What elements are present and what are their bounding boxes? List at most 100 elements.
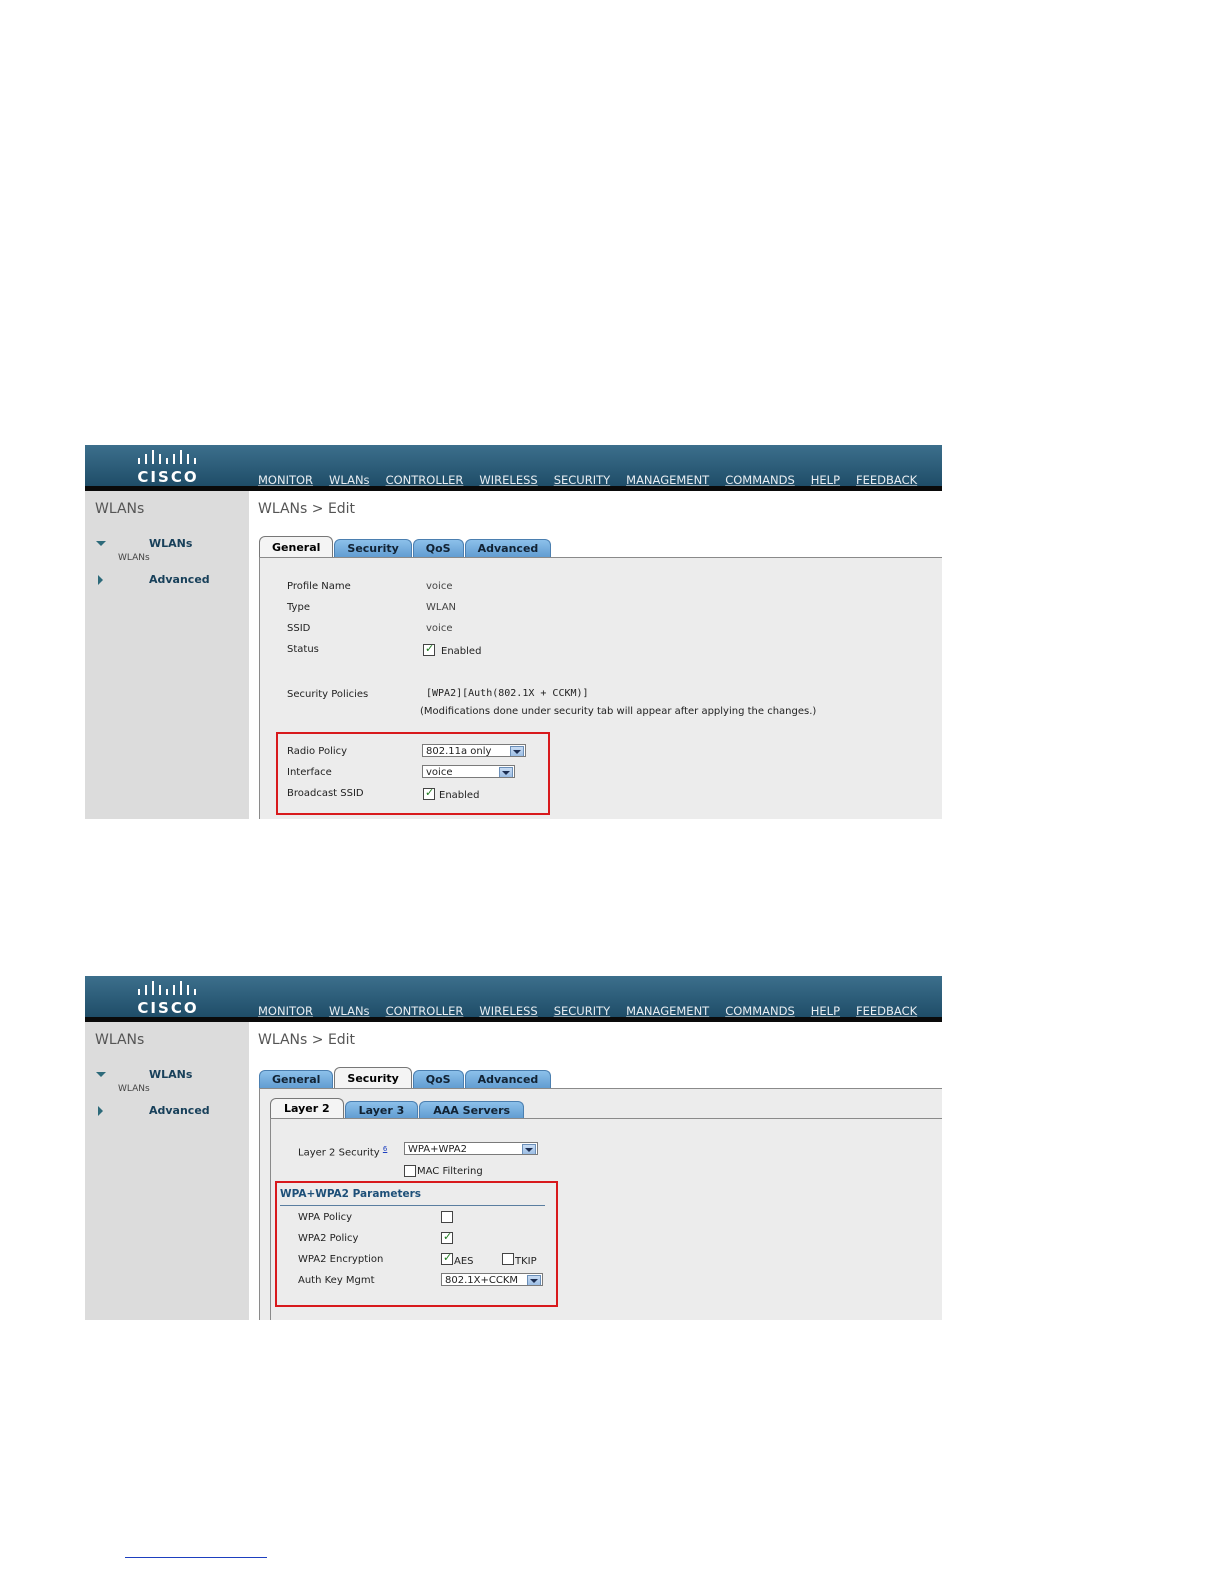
footnote-link[interactable]: 6 bbox=[383, 1145, 387, 1153]
sidebar: WLANs WLANs WLANs Advanced bbox=[85, 1022, 249, 1320]
wlan-edit-general-screenshot: CISCO MONITOR WLANs CONTROLLER WIRELESS SECU… bbox=[85, 445, 942, 819]
main-content: WLANs > Edit General Security QoS Advanced … bbox=[249, 1022, 942, 1320]
sidebar-item-advanced[interactable]: Advanced bbox=[149, 1104, 210, 1117]
nav-controller[interactable]: CONTROLLER bbox=[386, 473, 464, 487]
tkip-checkbox[interactable] bbox=[502, 1253, 514, 1265]
chevron-down-icon[interactable] bbox=[522, 1144, 536, 1154]
wpa2-policy-label: WPA2 Policy bbox=[298, 1233, 359, 1244]
nav-wlans[interactable]: WLANs bbox=[321, 1004, 377, 1027]
cisco-logo: CISCO bbox=[135, 447, 201, 486]
nav-wireless[interactable]: WIRELESS bbox=[479, 473, 537, 487]
sidebar: WLANs WLANs WLANs Advanced bbox=[85, 491, 249, 819]
top-nav-bar: CISCO MONITOR WLANs CONTROLLER WIRELESS SECU… bbox=[85, 445, 942, 496]
interface-selected: voice bbox=[426, 767, 453, 778]
subtab-layer2[interactable]: Layer 2 bbox=[270, 1098, 344, 1119]
nav-management[interactable]: MANAGEMENT bbox=[626, 1004, 709, 1018]
main-content: WLANs > Edit General Security QoS Advanced … bbox=[249, 491, 942, 819]
broadcast-ssid-enabled-label: Enabled bbox=[439, 790, 480, 801]
wlan-edit-security-screenshot: CISCO MONITOR WLANs CONTROLLER WIRELESS SECU… bbox=[85, 976, 942, 1320]
wpa-params-heading: WPA+WPA2 Parameters bbox=[280, 1188, 422, 1200]
interface-label: Interface bbox=[287, 767, 332, 778]
sidebar-subitem-wlans[interactable]: WLANs bbox=[118, 553, 150, 563]
radio-policy-label: Radio Policy bbox=[287, 746, 348, 757]
status-label: Status bbox=[287, 644, 319, 655]
security-policies-value: [WPA2][Auth(802.1X + CCKM)] bbox=[426, 688, 589, 699]
footnote-separator bbox=[125, 1557, 267, 1558]
layer2-panel: Layer 2 Security 6 WPA+WPA2 MAC Filterin… bbox=[270, 1119, 942, 1320]
wpa-policy-checkbox[interactable] bbox=[441, 1211, 453, 1223]
broadcast-ssid-label: Broadcast SSID bbox=[287, 788, 364, 799]
subtab-aaa-servers[interactable]: AAA Servers bbox=[419, 1101, 525, 1119]
expand-arrow-icon[interactable] bbox=[96, 541, 106, 546]
wpa2-policy-checkbox[interactable] bbox=[441, 1230, 453, 1244]
layer2-security-selected: WPA+WPA2 bbox=[408, 1144, 467, 1155]
tab-general[interactable]: General bbox=[259, 1070, 334, 1089]
expand-arrow-icon[interactable] bbox=[96, 1072, 106, 1077]
layer2-security-select[interactable]: WPA+WPA2 bbox=[404, 1142, 538, 1155]
wlan-tabs: General Security QoS Advanced bbox=[259, 1067, 552, 1089]
sidebar-item-wlans[interactable]: WLANs bbox=[149, 1068, 192, 1081]
nav-wlans[interactable]: WLANs bbox=[321, 473, 377, 496]
collapse-arrow-icon[interactable] bbox=[98, 1106, 103, 1116]
subtab-layer3[interactable]: Layer 3 bbox=[344, 1101, 419, 1119]
profile-name-label: Profile Name bbox=[287, 581, 351, 592]
breadcrumb: WLANs > Edit bbox=[258, 1032, 356, 1048]
nav-security[interactable]: SECURITY bbox=[554, 473, 610, 487]
nav-monitor[interactable]: MONITOR bbox=[258, 473, 313, 487]
ssid-value: voice bbox=[426, 623, 453, 634]
sidebar-title: WLANs bbox=[95, 1032, 145, 1048]
collapse-arrow-icon[interactable] bbox=[98, 575, 103, 585]
tab-qos[interactable]: QoS bbox=[412, 1070, 464, 1089]
tkip-label: TKIP bbox=[515, 1256, 537, 1267]
nav-monitor[interactable]: MONITOR bbox=[258, 1004, 313, 1018]
cisco-wordmark: CISCO bbox=[137, 468, 199, 486]
cisco-wordmark: CISCO bbox=[137, 999, 199, 1017]
nav-feedback[interactable]: FEEDBACK bbox=[856, 1004, 917, 1018]
profile-name-value: voice bbox=[426, 581, 453, 592]
nav-commands[interactable]: COMMANDS bbox=[725, 473, 795, 487]
ssid-label: SSID bbox=[287, 623, 311, 634]
auth-key-mgmt-select[interactable]: 802.1X+CCKM bbox=[441, 1273, 543, 1286]
tab-general[interactable]: General bbox=[259, 536, 334, 558]
broadcast-ssid-checkbox[interactable] bbox=[423, 786, 435, 800]
nav-commands[interactable]: COMMANDS bbox=[725, 1004, 795, 1018]
security-panel: Layer 2 Layer 3 AAA Servers Layer 2 Securi… bbox=[259, 1089, 942, 1320]
nav-security[interactable]: SECURITY bbox=[554, 1004, 610, 1018]
nav-management[interactable]: MANAGEMENT bbox=[626, 473, 709, 487]
breadcrumb: WLANs > Edit bbox=[258, 501, 356, 517]
main-nav: MONITOR WLANs CONTROLLER WIRELESS SECURITY MA… bbox=[258, 1000, 933, 1027]
sidebar-subitem-wlans[interactable]: WLANs bbox=[118, 1084, 150, 1094]
aes-checkbox[interactable] bbox=[441, 1251, 453, 1265]
main-nav: MONITOR WLANs CONTROLLER WIRELESS SECURITY MA… bbox=[258, 469, 933, 496]
tab-qos[interactable]: QoS bbox=[412, 539, 464, 558]
tab-security[interactable]: Security bbox=[334, 1067, 412, 1089]
cisco-logo: CISCO bbox=[135, 978, 201, 1017]
interface-select[interactable]: voice bbox=[422, 765, 515, 778]
radio-policy-select[interactable]: 802.11a only bbox=[422, 744, 526, 757]
mac-filtering-label: MAC Filtering bbox=[417, 1166, 483, 1177]
tab-security[interactable]: Security bbox=[334, 539, 412, 558]
sidebar-item-advanced[interactable]: Advanced bbox=[149, 573, 210, 586]
type-value: WLAN bbox=[426, 602, 457, 613]
sidebar-item-wlans[interactable]: WLANs bbox=[149, 537, 192, 550]
nav-controller[interactable]: CONTROLLER bbox=[386, 1004, 464, 1018]
status-checkbox[interactable] bbox=[423, 642, 435, 656]
security-policies-label: Security Policies bbox=[287, 689, 369, 700]
nav-help[interactable]: HELP bbox=[811, 1004, 840, 1018]
tab-advanced[interactable]: Advanced bbox=[464, 1070, 552, 1089]
tab-advanced[interactable]: Advanced bbox=[464, 539, 552, 558]
chevron-down-icon[interactable] bbox=[510, 746, 524, 756]
sidebar-title: WLANs bbox=[95, 501, 145, 517]
chevron-down-icon[interactable] bbox=[499, 767, 513, 777]
top-nav-bar: CISCO MONITOR WLANs CONTROLLER WIRELESS SECU… bbox=[85, 976, 942, 1027]
nav-feedback[interactable]: FEEDBACK bbox=[856, 473, 917, 487]
mac-filtering-checkbox[interactable] bbox=[404, 1165, 416, 1177]
nav-wireless[interactable]: WIRELESS bbox=[479, 1004, 537, 1018]
type-label: Type bbox=[287, 602, 310, 613]
chevron-down-icon[interactable] bbox=[527, 1275, 541, 1285]
auth-key-mgmt-selected: 802.1X+CCKM bbox=[445, 1275, 519, 1286]
aes-label: AES bbox=[454, 1256, 474, 1267]
nav-help[interactable]: HELP bbox=[811, 473, 840, 487]
general-panel: Profile Name voice Type WLAN SSID voice … bbox=[259, 558, 942, 819]
security-policies-note: (Modifications done under security tab w… bbox=[420, 706, 817, 717]
